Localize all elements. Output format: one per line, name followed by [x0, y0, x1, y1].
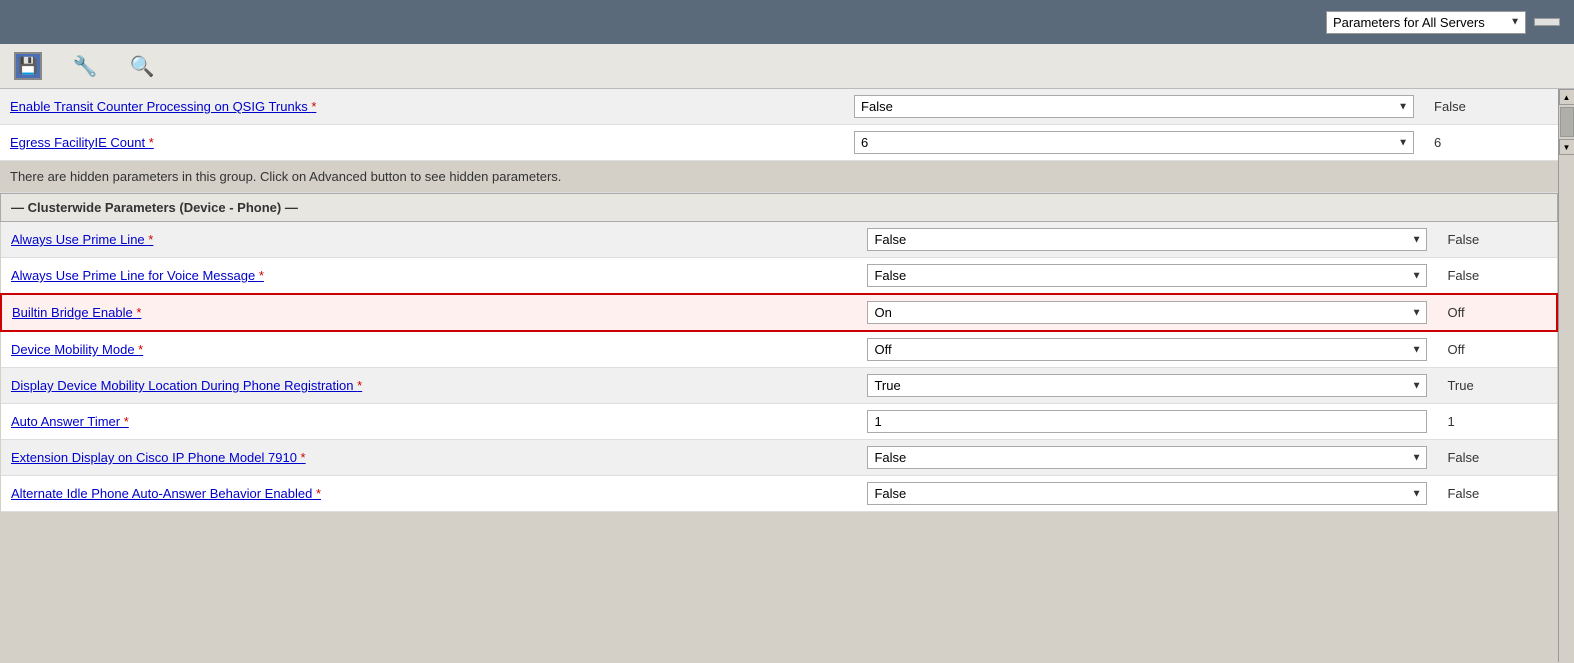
egress-facilityie-link[interactable]: Egress FacilityIE Count * — [10, 135, 154, 150]
go-button[interactable] — [1534, 18, 1560, 26]
always-use-prime-line-link[interactable]: Always Use Prime Line * — [11, 232, 153, 247]
always-use-prime-line-voice-select[interactable]: TrueFalse — [867, 264, 1427, 287]
advanced-icon: 🔍 — [128, 52, 156, 80]
set-to-default-button[interactable]: 🔧 — [67, 50, 108, 82]
table-row: Auto Answer Timer * 1 — [1, 404, 1557, 440]
table-row: Device Mobility Mode * OnOff Off — [1, 331, 1557, 368]
egress-facilityie-select[interactable]: 6 1 2 3 4 5 — [854, 131, 1414, 154]
display-device-mobility-select[interactable]: TrueFalse — [867, 374, 1427, 397]
auto-answer-timer-default: 1 — [1437, 404, 1557, 440]
save-button[interactable]: 💾 — [10, 50, 51, 82]
egress-facilityie-select-wrapper[interactable]: 6 1 2 3 4 5 — [854, 131, 1414, 154]
top-params-table: Enable Transit Counter Processing on QSI… — [0, 89, 1558, 193]
display-device-mobility-default: True — [1437, 368, 1557, 404]
hidden-params-notice: There are hidden parameters in this grou… — [10, 169, 561, 184]
scroll-down-button[interactable]: ▼ — [1559, 139, 1574, 155]
table-row: Alternate Idle Phone Auto-Answer Behavio… — [1, 476, 1557, 512]
enable-transit-counter-link[interactable]: Enable Transit Counter Processing on QSI… — [10, 99, 316, 114]
enable-transit-counter-default: False — [1424, 89, 1558, 125]
hidden-params-notice-row: There are hidden parameters in this grou… — [0, 161, 1558, 193]
device-mobility-mode-default: Off — [1437, 331, 1557, 368]
table-row: Display Device Mobility Location During … — [1, 368, 1557, 404]
always-use-prime-line-select-wrapper[interactable]: TrueFalse — [867, 228, 1427, 251]
related-links-select[interactable]: Parameters for All Servers — [1326, 11, 1526, 34]
related-links-select-wrapper[interactable]: Parameters for All Servers — [1326, 11, 1526, 34]
enable-transit-counter-select[interactable]: False True — [854, 95, 1414, 118]
scroll-up-button[interactable]: ▲ — [1559, 89, 1574, 105]
save-icon: 💾 — [14, 52, 42, 80]
content-area: Enable Transit Counter Processing on QSI… — [0, 89, 1558, 662]
device-mobility-mode-link[interactable]: Device Mobility Mode * — [11, 342, 143, 357]
auto-answer-timer-input[interactable] — [867, 410, 1427, 433]
set-to-default-icon: 🔧 — [71, 52, 99, 80]
device-mobility-mode-select[interactable]: OnOff — [867, 338, 1427, 361]
extension-display-cisco-select[interactable]: TrueFalse — [867, 446, 1427, 469]
extension-display-cisco-link[interactable]: Extension Display on Cisco IP Phone Mode… — [11, 450, 306, 465]
builtin-bridge-enable-select-wrapper[interactable]: OnOff — [867, 301, 1427, 324]
alternate-idle-phone-default: False — [1437, 476, 1557, 512]
builtin-bridge-enable-link[interactable]: Builtin Bridge Enable * — [12, 305, 141, 320]
toolbar: 💾 🔧 🔍 — [0, 44, 1574, 89]
builtin-bridge-enable-select[interactable]: OnOff — [867, 301, 1427, 324]
table-row: Always Use Prime Line * TrueFalse False — [1, 222, 1557, 258]
table-row: Extension Display on Cisco IP Phone Mode… — [1, 440, 1557, 476]
table-row: Enable Transit Counter Processing on QSI… — [0, 89, 1558, 125]
display-device-mobility-link[interactable]: Display Device Mobility Location During … — [11, 378, 362, 393]
scrollbar[interactable]: ▲ ▼ — [1558, 89, 1574, 662]
clusterwide-params-table: Always Use Prime Line *TrueFalseFalseAlw… — [0, 222, 1558, 512]
always-use-prime-line-voice-link[interactable]: Always Use Prime Line for Voice Message … — [11, 268, 264, 283]
alternate-idle-phone-select-wrapper[interactable]: TrueFalse — [867, 482, 1427, 505]
alternate-idle-phone-link[interactable]: Alternate Idle Phone Auto-Answer Behavio… — [11, 486, 321, 501]
always-use-prime-line-voice-default: False — [1437, 258, 1557, 295]
device-mobility-mode-select-wrapper[interactable]: OnOff — [867, 338, 1427, 361]
display-device-mobility-select-wrapper[interactable]: TrueFalse — [867, 374, 1427, 397]
scroll-area: Enable Transit Counter Processing on QSI… — [0, 89, 1574, 662]
always-use-prime-line-select[interactable]: TrueFalse — [867, 228, 1427, 251]
scrollbar-thumb[interactable] — [1560, 107, 1574, 137]
builtin-bridge-enable-default: Off — [1437, 294, 1557, 331]
header: Parameters for All Servers — [0, 0, 1574, 44]
extension-display-cisco-default: False — [1437, 440, 1557, 476]
always-use-prime-line-default: False — [1437, 222, 1557, 258]
extension-display-cisco-select-wrapper[interactable]: TrueFalse — [867, 446, 1427, 469]
advanced-button[interactable]: 🔍 — [124, 50, 165, 82]
egress-facilityie-default: 6 — [1424, 125, 1558, 161]
enable-transit-counter-select-wrapper[interactable]: False True — [854, 95, 1414, 118]
clusterwide-section-header: — Clusterwide Parameters (Device - Phone… — [0, 193, 1558, 222]
auto-answer-timer-link[interactable]: Auto Answer Timer * — [11, 414, 129, 429]
always-use-prime-line-voice-select-wrapper[interactable]: TrueFalse — [867, 264, 1427, 287]
header-right: Parameters for All Servers — [1318, 11, 1560, 34]
table-row: Builtin Bridge Enable * OnOff Off — [1, 294, 1557, 331]
table-row: Always Use Prime Line for Voice Message … — [1, 258, 1557, 295]
table-row: Egress FacilityIE Count * 6 1 2 3 4 5 — [0, 125, 1558, 161]
alternate-idle-phone-select[interactable]: TrueFalse — [867, 482, 1427, 505]
